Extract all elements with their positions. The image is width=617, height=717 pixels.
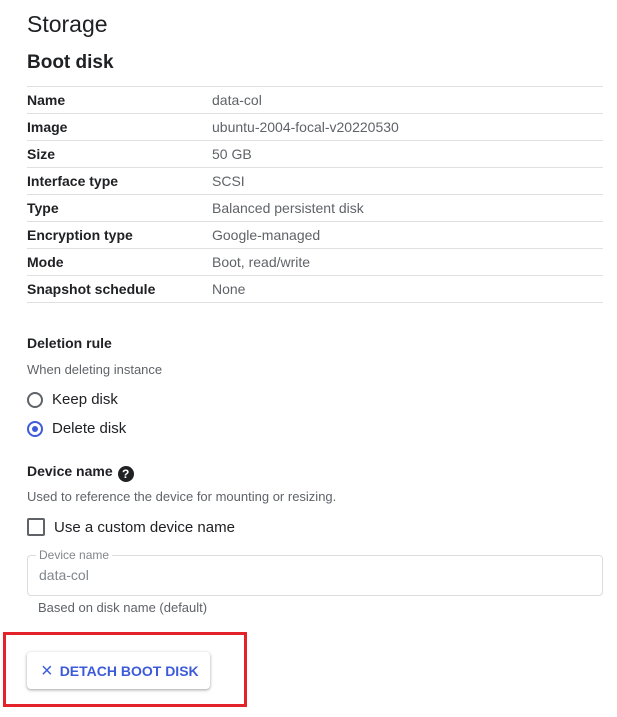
row-key: Snapshot schedule	[27, 281, 156, 297]
row-value: ubuntu-2004-focal-v20220530	[212, 119, 399, 135]
table-row: Mode Boot, read/write	[27, 249, 603, 276]
device-name-title: Device name?	[27, 463, 134, 482]
deletion-rule-description: When deleting instance	[27, 362, 163, 377]
table-row: Type Balanced persistent disk	[27, 195, 603, 222]
row-value: Balanced persistent disk	[212, 200, 364, 216]
device-name-title-text: Device name	[27, 463, 113, 479]
page-title: Storage	[27, 11, 108, 37]
table-row: Encryption type Google-managed	[27, 222, 603, 249]
deletion-rule-title: Deletion rule	[27, 335, 112, 351]
row-key: Interface type	[27, 173, 119, 189]
row-key: Name	[27, 92, 66, 108]
row-key: Type	[27, 200, 59, 216]
row-key: Image	[27, 119, 68, 135]
device-name-field-value: data-col	[39, 567, 89, 583]
row-key: Size	[27, 146, 56, 162]
device-name-field-label: Device name	[36, 548, 113, 562]
row-value: Google-managed	[212, 227, 321, 243]
table-row: Size 50 GB	[27, 141, 603, 168]
help-icon[interactable]: ?	[117, 466, 134, 482]
custom-device-name-label: Use a custom device name	[54, 518, 235, 536]
device-name-hint: Based on disk name (default)	[38, 600, 208, 615]
row-key: Mode	[27, 254, 64, 270]
row-value: Boot, read/write	[212, 254, 311, 270]
detach-boot-disk-button[interactable]: × DETACH BOOT DISK	[27, 652, 210, 689]
device-name-description: Used to reference the device for mountin…	[27, 489, 337, 504]
radio-unchecked-icon[interactable]	[27, 391, 43, 408]
table-row: Snapshot schedule None	[27, 276, 603, 303]
table-row: Image ubuntu-2004-focal-v20220530	[27, 114, 603, 141]
row-value: SCSI	[212, 173, 245, 189]
keep-disk-label: Keep disk	[52, 391, 118, 408]
device-name-field: Device name data-col	[27, 548, 603, 596]
boot-disk-table: Name data-col Image ubuntu-2004-focal-v202…	[27, 86, 603, 303]
keep-disk-option[interactable]: Keep disk	[27, 391, 118, 408]
custom-device-name-option[interactable]: Use a custom device name	[27, 518, 235, 536]
detach-boot-disk-label: DETACH BOOT DISK	[59, 662, 199, 679]
row-value: data-col	[212, 92, 262, 108]
table-row: Name data-col	[27, 87, 603, 114]
row-value: None	[212, 281, 246, 297]
row-value: 50 GB	[212, 146, 252, 162]
checkbox-icon[interactable]	[27, 518, 45, 536]
row-key: Encryption type	[27, 227, 133, 243]
table-row: Interface type SCSI	[27, 168, 603, 195]
boot-disk-title: Boot disk	[27, 52, 114, 73]
radio-checked-icon[interactable]	[27, 420, 43, 437]
close-icon: ×	[41, 659, 53, 682]
delete-disk-label: Delete disk	[52, 420, 127, 437]
delete-disk-option[interactable]: Delete disk	[27, 420, 126, 437]
